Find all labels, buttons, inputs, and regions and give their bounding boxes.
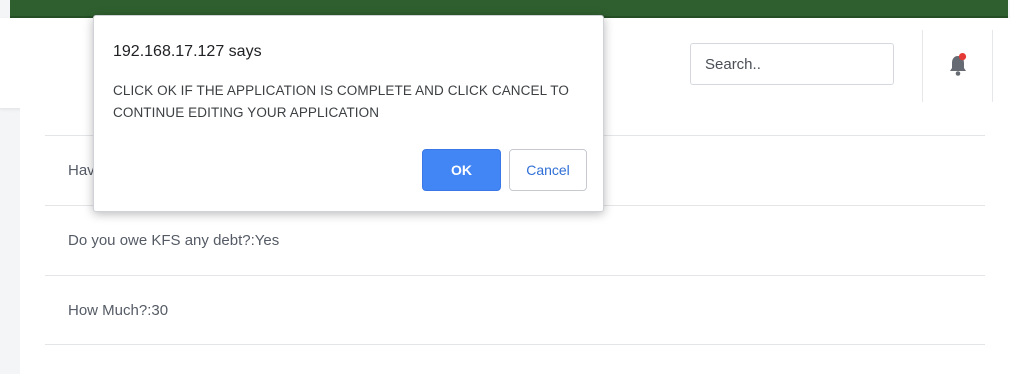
ok-button[interactable]: OK: [422, 149, 501, 191]
list-item: How Much?:30: [45, 275, 985, 345]
browser-page: Hav Do you owe KFS any debt?:Yes How Muc…: [0, 0, 1010, 374]
list-item-label: Do you owe KFS any debt?:Yes: [68, 232, 280, 249]
list-item-label: How Much?:30: [68, 301, 169, 319]
bell-icon: [950, 53, 967, 76]
notification-button[interactable]: [947, 52, 969, 78]
header-divider: [992, 30, 993, 102]
header-divider: [922, 30, 923, 102]
dialog-title: 192.168.17.127 says: [113, 43, 262, 60]
search-input[interactable]: [690, 43, 894, 85]
cancel-button[interactable]: Cancel: [509, 149, 587, 191]
dialog-message: CLICK OK IF THE APPLICATION IS COMPLETE …: [113, 83, 570, 120]
confirm-dialog: 192.168.17.127 says CLICK OK IF THE APPL…: [93, 15, 604, 212]
list-item: Do you owe KFS any debt?:Yes: [45, 205, 985, 275]
list-item-label: Hav: [68, 162, 95, 179]
